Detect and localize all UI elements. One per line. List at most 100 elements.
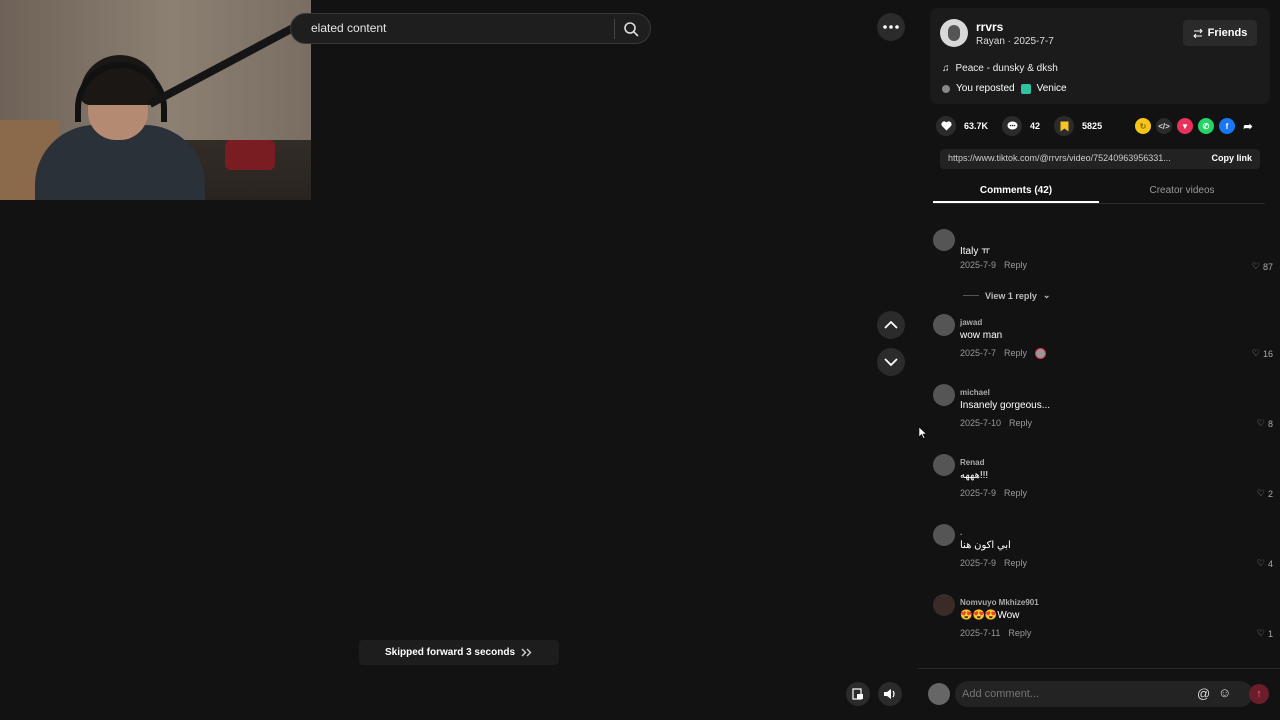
side-panel: rrvrs Rayan · 2025-7-7 Friends ♫ Peace -… [918, 0, 1280, 720]
author-username[interactable]: rrvrs [976, 20, 1003, 34]
commenter-avatar[interactable] [933, 594, 955, 616]
comment-like-count: 87 [1262, 261, 1273, 272]
view-replies-button[interactable]: View 1 reply ⌄ [963, 290, 1050, 301]
comment-text: wow man [960, 330, 1003, 341]
tab-creator-videos[interactable]: Creator videos [1099, 180, 1265, 203]
search-bar[interactable]: elated content [290, 13, 651, 44]
commenter-name[interactable]: jawad [960, 318, 982, 327]
pip-button[interactable] [846, 682, 870, 706]
reply-button[interactable]: Reply [1004, 558, 1027, 568]
comment-item: Italy ㅠ 2025-7-9 Reply ♡ 87 View 1 reply… [933, 229, 1273, 309]
comment-like[interactable]: ♡ 2 [1257, 488, 1273, 499]
comment-meta: 2025-7-10 Reply [960, 418, 1032, 428]
commenter-avatar[interactable] [933, 454, 955, 476]
comment-text: Insanely gorgeous... [960, 400, 1051, 411]
comment-like[interactable]: ♡ 8 [1257, 418, 1273, 429]
comment-like[interactable]: ♡ 1 [1257, 628, 1273, 639]
toast-text: Skipped forward 3 seconds [384, 647, 516, 658]
chevron-down-icon [884, 358, 898, 366]
copy-link-button[interactable]: Copy link [1211, 153, 1252, 163]
commenter-name[interactable]: michael [960, 388, 990, 397]
reply-button[interactable]: Reply [1004, 488, 1027, 498]
current-user-avatar [928, 683, 950, 705]
comment-date: 2025-7-9 [960, 260, 997, 270]
video-player[interactable]: elated content Skipped forward 3 seconds [0, 0, 918, 720]
search-divider [614, 19, 615, 39]
comment-button[interactable] [1002, 116, 1023, 136]
bookmark-icon [1060, 121, 1069, 131]
commenter-avatar[interactable] [933, 524, 955, 546]
commenter-name[interactable]: . [960, 528, 962, 537]
comment-like[interactable]: ♡ 87 [1252, 261, 1273, 272]
commenter-avatar[interactable] [933, 384, 955, 406]
comment-meta: 2025-7-7 Reply [960, 348, 1047, 359]
reply-line-divider [963, 295, 979, 296]
facebook-icon[interactable]: f [1219, 118, 1235, 134]
heart-outline-icon: ♡ [1251, 261, 1260, 271]
comment-text: 😍😍😍Wow [960, 610, 1020, 621]
comment-date: 2025-7-9 [960, 488, 997, 498]
chevron-up-icon [884, 321, 898, 329]
comment-composer: @ ☺ ↑ [918, 668, 1280, 720]
comment-item: michael Insanely gorgeous... 2025-7-10 R… [933, 384, 1273, 434]
author-avatar[interactable] [940, 19, 968, 47]
send-to-friend-icon[interactable]: ▼ [1177, 118, 1193, 134]
comment-like[interactable]: ♡ 16 [1252, 348, 1273, 359]
search-text[interactable]: elated content [311, 21, 386, 35]
location-text[interactable]: Venice [1037, 83, 1067, 94]
heart-outline-icon: ♡ [1251, 348, 1260, 358]
whatsapp-icon[interactable]: ✆ [1198, 118, 1214, 134]
comment-text: Italy ㅠ [960, 246, 991, 257]
engagement-stats: 63.7K 42 5825 [936, 116, 1102, 136]
tab-comments[interactable]: Comments (42) [933, 180, 1099, 203]
picture-in-picture-icon [852, 688, 863, 700]
send-comment-button[interactable]: ↑ [1249, 684, 1269, 704]
comment-meta: 2025-7-9 Reply [960, 260, 1027, 270]
like-count: 63.7K [964, 121, 989, 131]
commenter-avatar[interactable] [933, 314, 955, 336]
music-line[interactable]: ♫ Peace - dunsky & dksh [942, 63, 1058, 74]
creator-liked-avatar-icon [1035, 348, 1047, 359]
double-chevron-right-icon [521, 648, 532, 657]
comment-text: ابي اكون هنا [960, 540, 1011, 551]
share-arrow-icon[interactable]: ➦ [1240, 118, 1256, 134]
reply-button[interactable]: Reply [1004, 348, 1027, 359]
swap-arrows-icon [1192, 28, 1203, 38]
share-icons: ↻ </> ▼ ✆ f ➦ [1135, 118, 1256, 134]
comment-list: Italy ㅠ 2025-7-9 Reply ♡ 87 View 1 reply… [918, 222, 1280, 668]
comment-text: هههه!!! [960, 470, 989, 481]
mention-icon[interactable]: @ [1197, 686, 1210, 701]
next-video-button[interactable] [877, 348, 905, 376]
comment-like-count: 4 [1267, 558, 1273, 569]
comment-date: 2025-7-9 [960, 558, 997, 568]
reply-button[interactable]: Reply [1009, 418, 1032, 428]
emoji-icon[interactable]: ☺ [1218, 685, 1231, 700]
friends-button[interactable]: Friends [1183, 20, 1257, 46]
repost-share-icon[interactable]: ↻ [1135, 118, 1151, 134]
commenter-avatar[interactable] [933, 229, 955, 251]
search-icon[interactable] [623, 21, 639, 37]
comment-like-count: 16 [1262, 348, 1273, 359]
volume-button[interactable] [878, 682, 902, 706]
save-count: 5825 [1082, 121, 1103, 131]
reply-button[interactable]: Reply [1004, 260, 1027, 270]
previous-video-button[interactable] [877, 311, 905, 339]
embed-code-icon[interactable]: </> [1156, 118, 1172, 134]
like-button[interactable] [936, 116, 956, 136]
ellipsis-icon [883, 25, 899, 29]
comment-meta: 2025-7-9 Reply [960, 488, 1027, 498]
reply-button[interactable]: Reply [1008, 628, 1031, 638]
more-options-button[interactable] [877, 13, 905, 41]
comment-like[interactable]: ♡ 4 [1257, 558, 1273, 569]
repost-avatar-icon [942, 84, 950, 93]
heart-icon [940, 121, 952, 131]
comment-bubble-icon [1007, 121, 1018, 130]
comment-count: 42 [1030, 121, 1041, 131]
mouse-cursor-icon [919, 427, 927, 439]
friends-label: Friends [1207, 27, 1248, 39]
commenter-name[interactable]: Renad [960, 458, 984, 467]
view-replies-label: View 1 reply [985, 290, 1037, 301]
commenter-name[interactable]: Nomvuyo Mkhize901 [960, 598, 1039, 607]
save-button[interactable] [1054, 116, 1075, 136]
chevron-down-icon: ⌄ [1042, 290, 1051, 300]
